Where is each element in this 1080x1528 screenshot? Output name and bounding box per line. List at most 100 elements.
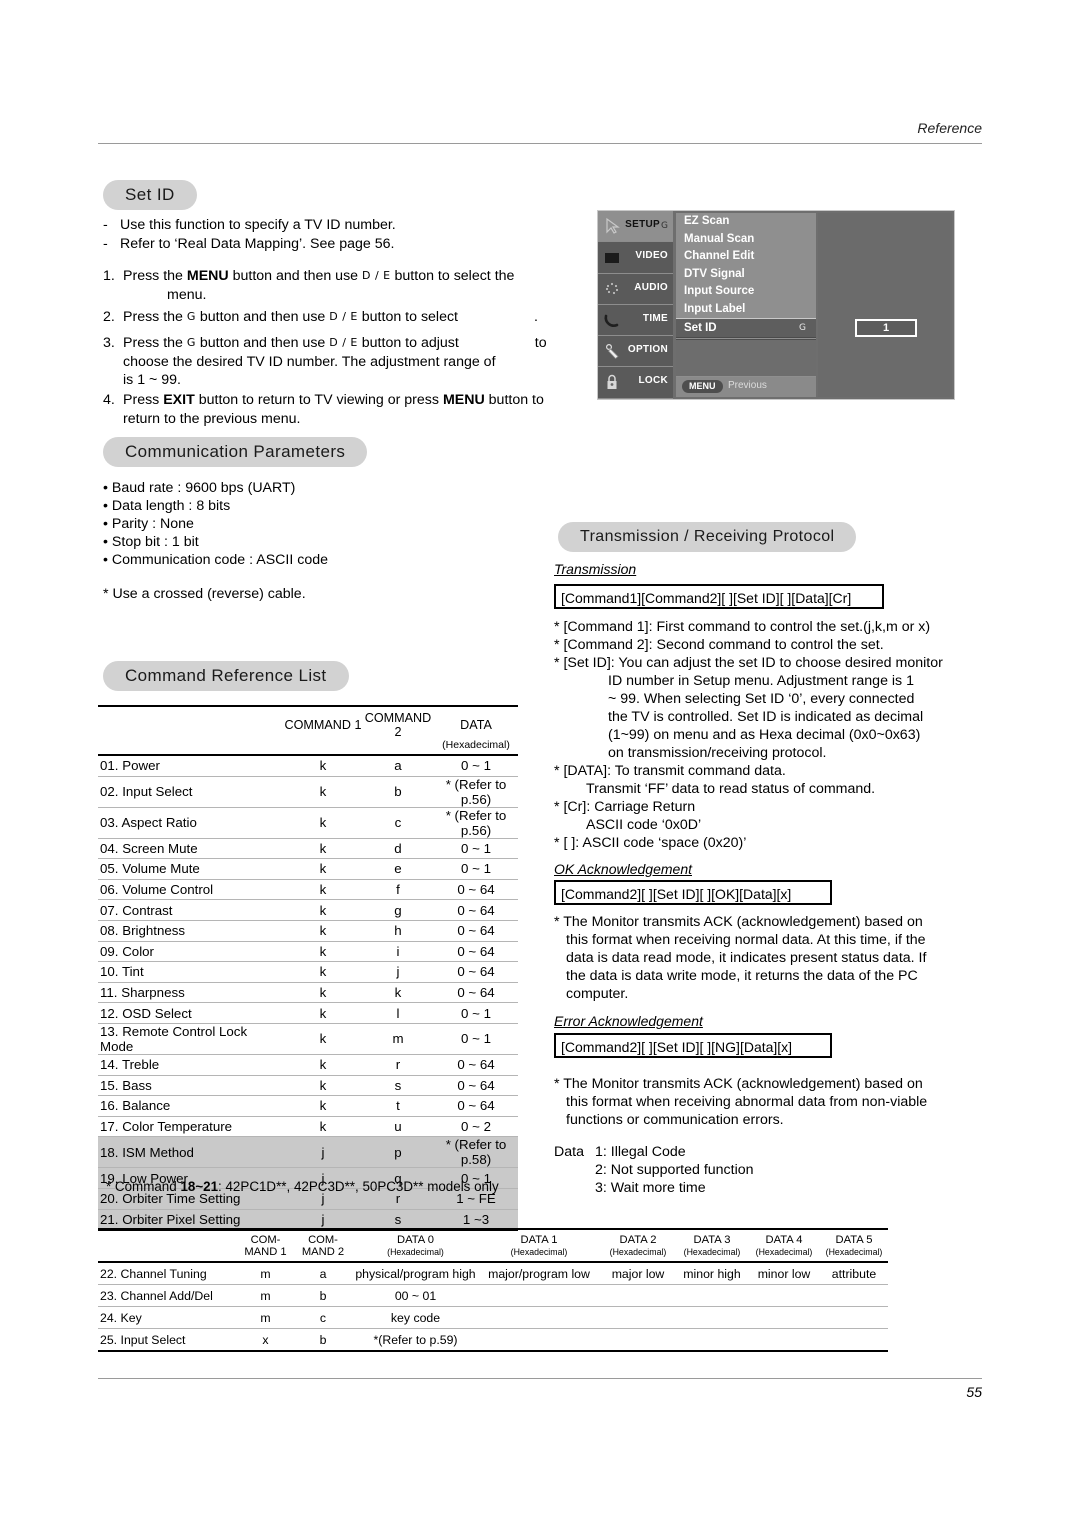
slash-separator: /	[342, 336, 347, 349]
cell-no: 17.	[100, 1119, 119, 1135]
cell-label: Contrast	[122, 902, 173, 918]
footnote-range: 18~21	[180, 1179, 219, 1194]
set-id-bullet-1-text: Refer to ‘Real Data Mapping’. See page 5…	[120, 236, 395, 252]
cell-data: 0 ~ 1	[434, 755, 518, 777]
osd-sidebar-item-setup[interactable]: SETUP G	[598, 211, 673, 243]
cell-name: 03. Aspect Ratio	[98, 807, 284, 839]
subheading-ok-acknowledgement: OK Acknowledgement	[554, 861, 692, 877]
osd-sidebar-item-video[interactable]: VIDEO	[598, 242, 673, 274]
osd-menu-item-input-label[interactable]: Input Label	[676, 301, 816, 319]
table-row: 18. ISM Method j p * (Refer to p.58)	[98, 1136, 518, 1169]
comm-param-2-text: Parity : None	[111, 516, 194, 532]
cell-label: Screen Mute	[122, 840, 198, 856]
th-sub-1	[284, 739, 362, 756]
cell-command1: k	[284, 941, 362, 963]
step-2-part-a: Press the	[123, 309, 183, 325]
cell-command2: u	[362, 1116, 434, 1138]
cell-command2: r	[362, 1054, 434, 1076]
osd-set-id-value[interactable]: 1	[855, 319, 917, 337]
cell-data1	[478, 1306, 600, 1329]
transmission-note-8: * [DATA]: To transmit command data.	[554, 763, 786, 779]
cell-no: 01.	[100, 758, 119, 774]
cursor-arrow-icon	[603, 217, 622, 236]
th-command-2: COM-	[293, 1228, 353, 1246]
dash-marker: -	[103, 217, 108, 233]
cell-data4	[748, 1284, 820, 1307]
th-data-5: DATA 5	[820, 1228, 888, 1246]
cell-name: 05. Volume Mute	[98, 858, 284, 880]
cell-no: 05.	[100, 861, 119, 877]
cell-label: Input Select	[122, 784, 193, 800]
osd-menu-item-ez-scan[interactable]: EZ Scan	[676, 213, 816, 231]
right-arrow-icon: G	[186, 336, 196, 349]
cell-label: Treble	[121, 1057, 160, 1073]
dash-marker: -	[103, 236, 108, 252]
transmission-format-box: [Command1][Command2][ ][Set ID][ ][Data]…	[554, 584, 884, 609]
osd-sidebar-item-option[interactable]: OPTION	[598, 336, 673, 368]
cell-command2: b	[293, 1284, 353, 1307]
cell-data1	[478, 1284, 600, 1307]
section-heading-command-reference-list: Command Reference List	[103, 661, 349, 691]
th-data-3: DATA 3	[676, 1228, 748, 1246]
th-command-1: COMMAND 1	[284, 705, 362, 739]
transmission-note-6: (1~99) on menu and as Hexa decimal (0x0~…	[608, 727, 921, 743]
osd-menu-button[interactable]: MENU	[682, 380, 723, 393]
osd-sidebar-item-audio[interactable]: AUDIO	[598, 274, 673, 305]
cell-data2	[600, 1306, 676, 1329]
osd-menu-item-channel-edit[interactable]: Channel Edit	[676, 248, 816, 266]
subheading-transmission: Transmission	[554, 561, 637, 577]
cell-no: 13.	[100, 1023, 119, 1039]
cell-command1: k	[284, 1002, 362, 1024]
cell-name: 01. Power	[98, 755, 284, 777]
data-code-2: 3: Wait more time	[595, 1180, 706, 1196]
table-row: 02. Input Select k b * (Refer to p.56)	[98, 776, 518, 808]
comm-param-4: • Communication code : ASCII code	[103, 552, 328, 568]
osd-sidebar-item-lock[interactable]: LOCK	[598, 367, 673, 399]
remote-control-icon	[603, 342, 622, 361]
th-data-0: DATA 0	[353, 1228, 478, 1246]
table-subheader-row: MAND 1 MAND 2 (Hexadecimal) (Hexadecimal…	[98, 1246, 888, 1263]
cell-data: 0 ~ 1	[434, 858, 518, 880]
menu-keyword: MENU	[186, 268, 229, 284]
cell-label: Sharpness	[121, 985, 185, 1001]
cell-name: 17. Color Temperature	[98, 1116, 284, 1138]
cell-label: Power	[122, 758, 160, 774]
transmission-note-7: on transmission/receiving protocol.	[608, 745, 827, 761]
transmission-note-11: ASCII code ‘0x0D’	[586, 817, 702, 833]
menu-keyword: MENU	[442, 392, 485, 408]
cell-data: 0 ~ 64	[434, 920, 518, 942]
th-sub-command-1: MAND 1	[238, 1246, 293, 1263]
error-note-1: this format when receiving abnormal data…	[566, 1094, 928, 1110]
cell-no: 16.	[100, 1098, 119, 1114]
cell-command1: k	[284, 1116, 362, 1138]
th-sub-2	[362, 739, 434, 756]
cell-data4	[748, 1328, 820, 1352]
th-sub-data-1: (Hexadecimal)	[478, 1246, 600, 1263]
cell-command2: e	[362, 858, 434, 880]
exit-keyword: EXIT	[163, 392, 195, 408]
step-3-part-e: is 1 ~ 99.	[123, 372, 181, 388]
osd-menu-item-manual-scan[interactable]: Manual Scan	[676, 231, 816, 249]
cell-name: 04. Screen Mute	[98, 838, 284, 860]
table-row: 11. Sharpness k k 0 ~ 64	[98, 982, 518, 1004]
cell-data: 0 ~ 2	[434, 1116, 518, 1138]
section-heading-communication-parameters: Communication Parameters	[103, 437, 368, 467]
cell-no: 14.	[100, 1057, 119, 1073]
osd-sidebar-item-time[interactable]: TIME	[598, 305, 673, 337]
table-row: 09. Color k i 0 ~ 64	[98, 941, 518, 963]
cell-command2: k	[362, 982, 434, 1004]
cell-data2	[600, 1328, 676, 1352]
cell-data: 0 ~ 64	[434, 941, 518, 963]
cell-label: Color	[122, 943, 154, 959]
table-row: 08. Brightness k h 0 ~ 64	[98, 920, 518, 942]
comm-param-0-text: Baud rate : 9600 bps (UART)	[111, 480, 296, 496]
table-row: 13. Remote Control Lock Mode k m 0 ~ 1	[98, 1023, 518, 1055]
osd-menu-item-set-id[interactable]: Set ID G	[676, 318, 816, 338]
transmission-note-12: * [ ]: ASCII code ‘space (0x20)’	[554, 835, 747, 851]
table-row: 23. Channel Add/Del m b 00 ~ 01	[98, 1284, 888, 1307]
osd-menu-item-dtv-signal[interactable]: DTV Signal	[676, 266, 816, 284]
cell-data: 0 ~ 64	[434, 899, 518, 921]
th-blank	[98, 705, 284, 739]
cell-label: Input Select	[120, 1332, 186, 1347]
osd-menu-item-input-source[interactable]: Input Source	[676, 283, 816, 301]
